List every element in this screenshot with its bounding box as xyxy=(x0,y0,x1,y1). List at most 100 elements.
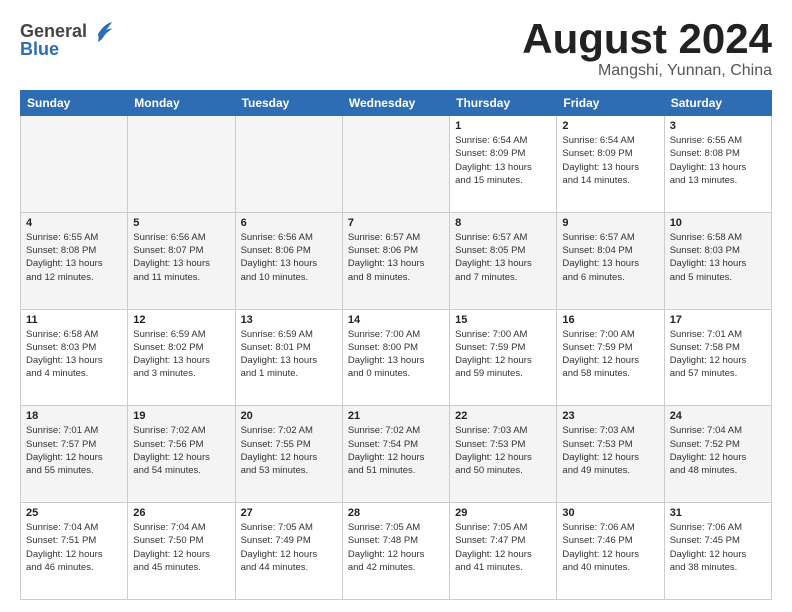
calendar-cell: 22 Sunrise: 7:03 AM Sunset: 7:53 PM Dayli… xyxy=(450,406,557,503)
logo-blue-text: Blue xyxy=(20,40,59,60)
day-number: 28 xyxy=(348,507,444,519)
day-info: Sunrise: 7:06 AM Sunset: 7:46 PM Dayligh… xyxy=(562,521,658,574)
day-number: 29 xyxy=(455,507,551,519)
calendar: SundayMondayTuesdayWednesdayThursdayFrid… xyxy=(20,90,772,600)
day-of-week-header: Sunday xyxy=(21,91,128,116)
calendar-cell: 14 Sunrise: 7:00 AM Sunset: 8:00 PM Dayli… xyxy=(342,309,449,406)
calendar-week-row: 25 Sunrise: 7:04 AM Sunset: 7:51 PM Dayli… xyxy=(21,503,772,600)
month-title: August 2024 xyxy=(522,18,772,60)
day-number: 15 xyxy=(455,314,551,326)
day-number: 22 xyxy=(455,410,551,422)
calendar-cell: 10 Sunrise: 6:58 AM Sunset: 8:03 PM Dayli… xyxy=(664,212,771,309)
day-of-week-header: Friday xyxy=(557,91,664,116)
calendar-week-row: 1 Sunrise: 6:54 AM Sunset: 8:09 PM Daylig… xyxy=(21,116,772,213)
calendar-cell: 25 Sunrise: 7:04 AM Sunset: 7:51 PM Dayli… xyxy=(21,503,128,600)
day-info: Sunrise: 7:00 AM Sunset: 7:59 PM Dayligh… xyxy=(455,328,551,381)
day-info: Sunrise: 6:58 AM Sunset: 8:03 PM Dayligh… xyxy=(26,328,122,381)
day-number: 3 xyxy=(670,120,766,132)
calendar-cell: 29Sunrise: 7:05 AM Sunset: 7:47 PM Dayli… xyxy=(450,503,557,600)
day-info: Sunrise: 7:04 AM Sunset: 7:51 PM Dayligh… xyxy=(26,521,122,574)
calendar-cell: 31 Sunrise: 7:06 AM Sunset: 7:45 PM Dayli… xyxy=(664,503,771,600)
calendar-cell: 26Sunrise: 7:04 AM Sunset: 7:50 PM Dayli… xyxy=(128,503,235,600)
day-info: Sunrise: 6:55 AM Sunset: 8:08 PM Dayligh… xyxy=(670,134,766,187)
calendar-cell: 20Sunrise: 7:02 AM Sunset: 7:55 PM Dayli… xyxy=(235,406,342,503)
day-number: 30 xyxy=(562,507,658,519)
calendar-cell: 18Sunrise: 7:01 AM Sunset: 7:57 PM Dayli… xyxy=(21,406,128,503)
calendar-cell: 27Sunrise: 7:05 AM Sunset: 7:49 PM Dayli… xyxy=(235,503,342,600)
day-info: Sunrise: 6:58 AM Sunset: 8:03 PM Dayligh… xyxy=(670,231,766,284)
logo: General Blue xyxy=(20,22,112,60)
day-number: 16 xyxy=(562,314,658,326)
calendar-week-row: 11 Sunrise: 6:58 AM Sunset: 8:03 PM Dayli… xyxy=(21,309,772,406)
day-number: 9 xyxy=(562,217,658,229)
day-info: Sunrise: 6:59 AM Sunset: 8:01 PM Dayligh… xyxy=(241,328,337,381)
day-number: 6 xyxy=(241,217,337,229)
day-number: 25 xyxy=(26,507,122,519)
day-info: Sunrise: 7:02 AM Sunset: 7:56 PM Dayligh… xyxy=(133,424,229,477)
day-info: Sunrise: 6:56 AM Sunset: 8:07 PM Dayligh… xyxy=(133,231,229,284)
day-info: Sunrise: 7:01 AM Sunset: 7:57 PM Dayligh… xyxy=(26,424,122,477)
day-number: 8 xyxy=(455,217,551,229)
day-info: Sunrise: 7:02 AM Sunset: 7:54 PM Dayligh… xyxy=(348,424,444,477)
day-of-week-header: Monday xyxy=(128,91,235,116)
calendar-table: SundayMondayTuesdayWednesdayThursdayFrid… xyxy=(20,90,772,600)
day-number: 14 xyxy=(348,314,444,326)
calendar-cell: 19Sunrise: 7:02 AM Sunset: 7:56 PM Dayli… xyxy=(128,406,235,503)
day-info: Sunrise: 7:00 AM Sunset: 8:00 PM Dayligh… xyxy=(348,328,444,381)
calendar-cell: 23 Sunrise: 7:03 AM Sunset: 7:53 PM Dayli… xyxy=(557,406,664,503)
day-info: Sunrise: 6:55 AM Sunset: 8:08 PM Dayligh… xyxy=(26,231,122,284)
day-info: Sunrise: 7:05 AM Sunset: 7:49 PM Dayligh… xyxy=(241,521,337,574)
calendar-cell: 11 Sunrise: 6:58 AM Sunset: 8:03 PM Dayli… xyxy=(21,309,128,406)
calendar-cell: 28 Sunrise: 7:05 AM Sunset: 7:48 PM Dayli… xyxy=(342,503,449,600)
day-number: 24 xyxy=(670,410,766,422)
calendar-cell: 16 Sunrise: 7:00 AM Sunset: 7:59 PM Dayli… xyxy=(557,309,664,406)
day-info: Sunrise: 7:01 AM Sunset: 7:58 PM Dayligh… xyxy=(670,328,766,381)
day-number: 20 xyxy=(241,410,337,422)
page: General Blue August 2024 Mangshi, Yunnan… xyxy=(0,0,792,612)
day-number: 5 xyxy=(133,217,229,229)
day-number: 31 xyxy=(670,507,766,519)
title-block: August 2024 Mangshi, Yunnan, China xyxy=(522,18,772,80)
day-info: Sunrise: 7:03 AM Sunset: 7:53 PM Dayligh… xyxy=(455,424,551,477)
day-info: Sunrise: 7:04 AM Sunset: 7:52 PM Dayligh… xyxy=(670,424,766,477)
calendar-cell: 5 Sunrise: 6:56 AM Sunset: 8:07 PM Daylig… xyxy=(128,212,235,309)
day-info: Sunrise: 6:57 AM Sunset: 8:05 PM Dayligh… xyxy=(455,231,551,284)
day-of-week-header: Saturday xyxy=(664,91,771,116)
day-number: 13 xyxy=(241,314,337,326)
day-info: Sunrise: 6:56 AM Sunset: 8:06 PM Dayligh… xyxy=(241,231,337,284)
day-of-week-header: Wednesday xyxy=(342,91,449,116)
calendar-cell: 6 Sunrise: 6:56 AM Sunset: 8:06 PM Daylig… xyxy=(235,212,342,309)
calendar-cell: 17 Sunrise: 7:01 AM Sunset: 7:58 PM Dayli… xyxy=(664,309,771,406)
day-info: Sunrise: 6:54 AM Sunset: 8:09 PM Dayligh… xyxy=(562,134,658,187)
day-number: 26 xyxy=(133,507,229,519)
day-info: Sunrise: 7:00 AM Sunset: 7:59 PM Dayligh… xyxy=(562,328,658,381)
location-subtitle: Mangshi, Yunnan, China xyxy=(522,62,772,80)
calendar-cell xyxy=(21,116,128,213)
day-number: 7 xyxy=(348,217,444,229)
day-number: 2 xyxy=(562,120,658,132)
day-info: Sunrise: 6:57 AM Sunset: 8:04 PM Dayligh… xyxy=(562,231,658,284)
day-number: 21 xyxy=(348,410,444,422)
calendar-cell: 3 Sunrise: 6:55 AM Sunset: 8:08 PM Daylig… xyxy=(664,116,771,213)
day-info: Sunrise: 7:05 AM Sunset: 7:48 PM Dayligh… xyxy=(348,521,444,574)
calendar-cell xyxy=(235,116,342,213)
logo-bird-icon xyxy=(90,20,112,42)
day-number: 23 xyxy=(562,410,658,422)
calendar-cell: 1Sunrise: 6:54 AM Sunset: 8:09 PM Daylig… xyxy=(450,116,557,213)
calendar-cell: 7Sunrise: 6:57 AM Sunset: 8:06 PM Daylig… xyxy=(342,212,449,309)
calendar-week-row: 18Sunrise: 7:01 AM Sunset: 7:57 PM Dayli… xyxy=(21,406,772,503)
day-number: 1 xyxy=(455,120,551,132)
day-number: 10 xyxy=(670,217,766,229)
calendar-cell: 12Sunrise: 6:59 AM Sunset: 8:02 PM Dayli… xyxy=(128,309,235,406)
day-number: 12 xyxy=(133,314,229,326)
header: General Blue August 2024 Mangshi, Yunnan… xyxy=(20,18,772,80)
header-row: SundayMondayTuesdayWednesdayThursdayFrid… xyxy=(21,91,772,116)
day-number: 4 xyxy=(26,217,122,229)
day-info: Sunrise: 7:06 AM Sunset: 7:45 PM Dayligh… xyxy=(670,521,766,574)
calendar-cell: 13 Sunrise: 6:59 AM Sunset: 8:01 PM Dayli… xyxy=(235,309,342,406)
day-info: Sunrise: 7:03 AM Sunset: 7:53 PM Dayligh… xyxy=(562,424,658,477)
day-of-week-header: Tuesday xyxy=(235,91,342,116)
day-number: 11 xyxy=(26,314,122,326)
calendar-cell xyxy=(128,116,235,213)
day-number: 17 xyxy=(670,314,766,326)
